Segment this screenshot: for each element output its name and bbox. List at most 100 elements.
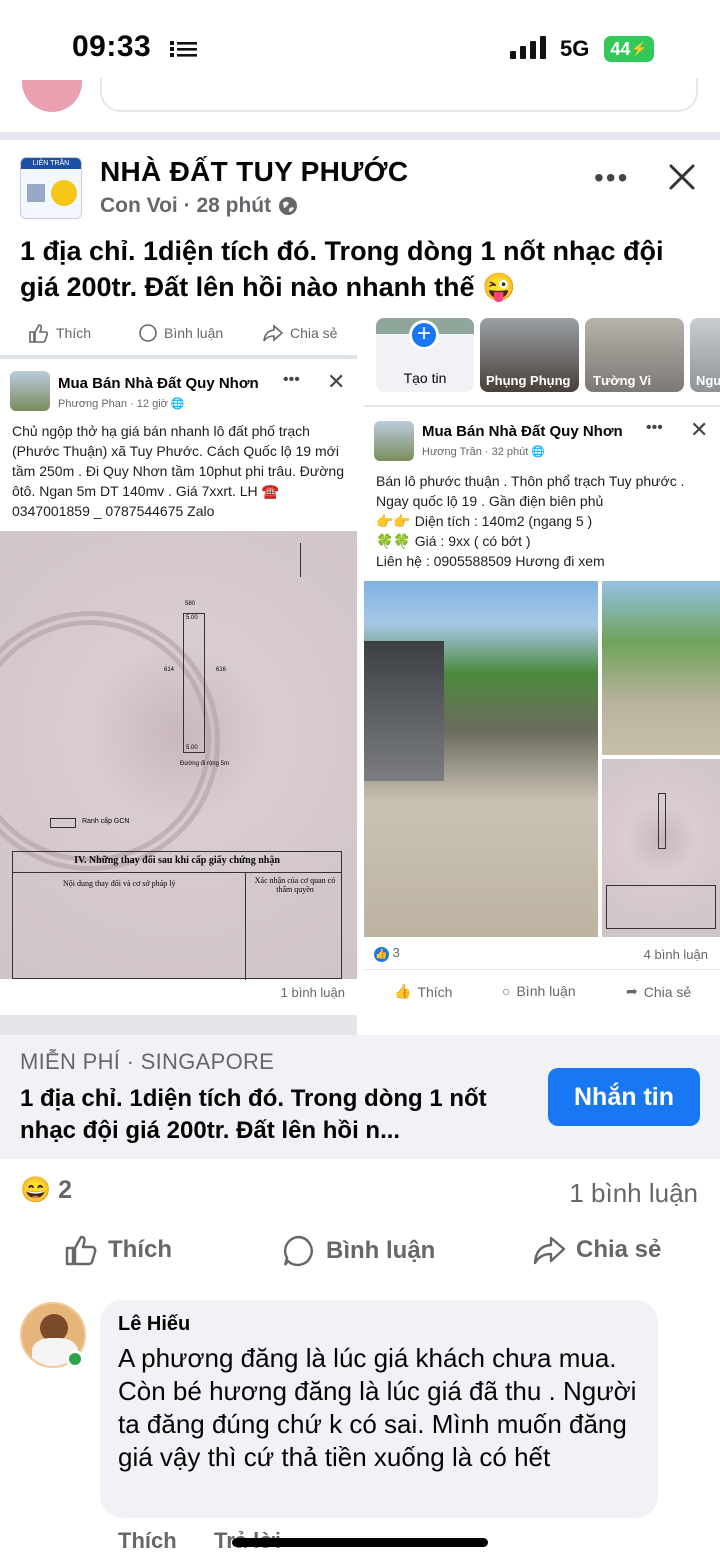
left-like-action: Thích [28,323,91,343]
right-comment-label: Bình luận [516,983,576,999]
mini-more-icon: ••• [646,419,663,436]
comment-text: A phương đăng là lúc giá khách chưa mua.… [118,1343,637,1472]
land-certificate-photo: 580 5.00 5.00 614 616 Đường đi rộng 5m R… [0,531,357,980]
alley-photo [364,581,598,937]
create-story-card[interactable]: + Tạo tin [376,318,474,392]
plot-number: 580 [185,601,196,607]
story-card[interactable]: Phụng Phụng [480,318,579,392]
left-screenshot-image[interactable]: Mua Bán Nhà Đất Quy Nhơn Phương Phan · 1… [0,355,357,1015]
story-name: Ngu [696,373,720,388]
like-icon [65,1235,97,1266]
group-logo-text: LIÊN TRẦN [21,158,81,169]
mini-likes: 👍 3 [374,945,400,962]
banner-subtitle: MIỄN PHÍ · SINGAPORE [20,1049,275,1074]
like-icon: 👍 [394,983,412,999]
left-comment-action: Bình luận [138,323,223,343]
create-story-label: Tạo tin [403,370,447,386]
certificate-photo [602,759,720,937]
comment-icon: ○ [502,983,511,999]
home-indicator[interactable] [232,1538,488,1547]
north-arrow-icon [300,543,306,577]
left-comment-label: Bình luận [164,325,224,341]
post-time[interactable]: 28 phút [196,194,271,217]
left-screenshot-footer [0,1015,357,1035]
mini-comment-count: 4 bình luận [643,947,708,962]
comment-like-button[interactable]: Thích [118,1528,177,1554]
reaction-count: 2 [58,1176,72,1204]
haha-icon: 😄 [20,1176,52,1204]
divider [0,132,720,140]
group-avatar-small [10,371,50,411]
close-icon[interactable] [668,163,696,191]
right-like-label: Thích [417,983,453,1000]
mini-comment-count: 1 bình luận [280,985,345,1000]
group-name[interactable]: NHÀ ĐẤT TUY PHƯỚC [100,156,408,188]
mini-close-icon: ✕ [690,417,709,442]
mini-meta: Phương Phan · 12 giờ 🌐 [58,398,185,410]
road-photo [602,581,720,755]
right-screenshot-image[interactable]: Mua Bán Nhà Đất Quy Nhơn Hương Trần · 32… [364,405,720,1015]
battery-indicator: 44 ⚡ [604,36,654,62]
post-meta: Con Voi · 28 phút [100,194,299,218]
right-comment-action: ○ Bình luận [502,983,576,999]
network-label: 5G [560,36,590,61]
mini-author: Hương Trần [422,446,482,458]
plot-right-label: 616 [216,667,227,673]
mini-like-count: 3 [392,945,400,960]
comment-button[interactable]: Bình luận [282,1234,435,1268]
group-avatar[interactable]: LIÊN TRẦN [20,157,82,219]
mini-close-icon: ✕ [327,369,346,394]
mini-post-text: Chủ ngộp thở hạ giá bán nhanh lô đất phố… [12,423,344,519]
house-icon [27,184,45,202]
right-share-action: ➦ Chia sẻ [626,983,691,1000]
comment-count[interactable]: 1 bình luận [569,1178,698,1209]
comment-label: Bình luận [326,1237,436,1264]
mini-post-contact: Liên hệ : 0905588509 Hương đi xem [376,553,605,569]
plus-icon: + [409,320,439,350]
cert-col2: Xác nhận của cơ quan có thẩm quyền [254,876,336,894]
post-text: 1 địa chỉ. 1diện tích đó. Trong dòng 1 n… [20,236,664,302]
legend-label: Ranh cấp GCN [82,818,130,825]
plot-left-label: 614 [164,667,175,673]
mini-time: 12 giờ [136,398,168,410]
share-icon [263,324,284,342]
plot-top-label: 5.00 [186,615,198,621]
flower-icon [51,180,77,206]
like-button[interactable]: Thích [64,1234,172,1266]
list-icon [170,41,197,57]
left-like-label: Thích [56,325,92,341]
story-card[interactable]: Tường Vi [585,318,684,392]
left-share-label: Chia sẻ [290,325,338,341]
signal-icon [510,36,546,59]
comment-icon [139,324,157,342]
previous-avatar [22,80,82,112]
like-label: Thích [108,1236,172,1263]
mini-meta: Hương Trần · 32 phút 🌐 [422,446,546,458]
like-icon [29,324,49,343]
story-card[interactable]: Ngu [690,318,720,392]
comment-author[interactable]: Lê Hiếu [118,1313,190,1336]
mini-author: Phương Phan [58,398,128,410]
mini-more-icon: ••• [283,371,300,388]
battery-level: 44 [610,38,631,59]
share-icon [533,1236,566,1265]
status-time: 09:33 [72,30,152,63]
more-options-icon[interactable]: ••• [594,162,629,194]
reaction-summary[interactable]: 😄 2 [20,1176,72,1205]
plot-bottom-label: 5.00 [186,745,198,751]
right-like-action: 👍 Thích [394,983,452,1000]
mini-post-area: 👉👉 Diện tích : 140m2 (ngang 5 ) [376,513,593,529]
comment-icon [283,1235,313,1267]
group-avatar-small [374,421,414,461]
share-label: Chia sẻ [576,1236,662,1263]
mini-post-text: Bán lô phước thuận . Thôn phổ trạch Tuy … [376,473,685,509]
meta-separator: · [183,194,191,217]
author-name[interactable]: Con Voi [100,194,178,217]
previous-comment-box[interactable] [100,78,698,112]
share-button[interactable]: Chia sẻ [532,1234,661,1266]
send-message-button[interactable]: Nhắn tin [548,1068,700,1126]
left-share-action: Chia sẻ [262,323,337,343]
share-icon: ➦ [626,983,638,999]
like-badge-icon: 👍 [374,947,389,962]
plot-outline [183,613,205,753]
